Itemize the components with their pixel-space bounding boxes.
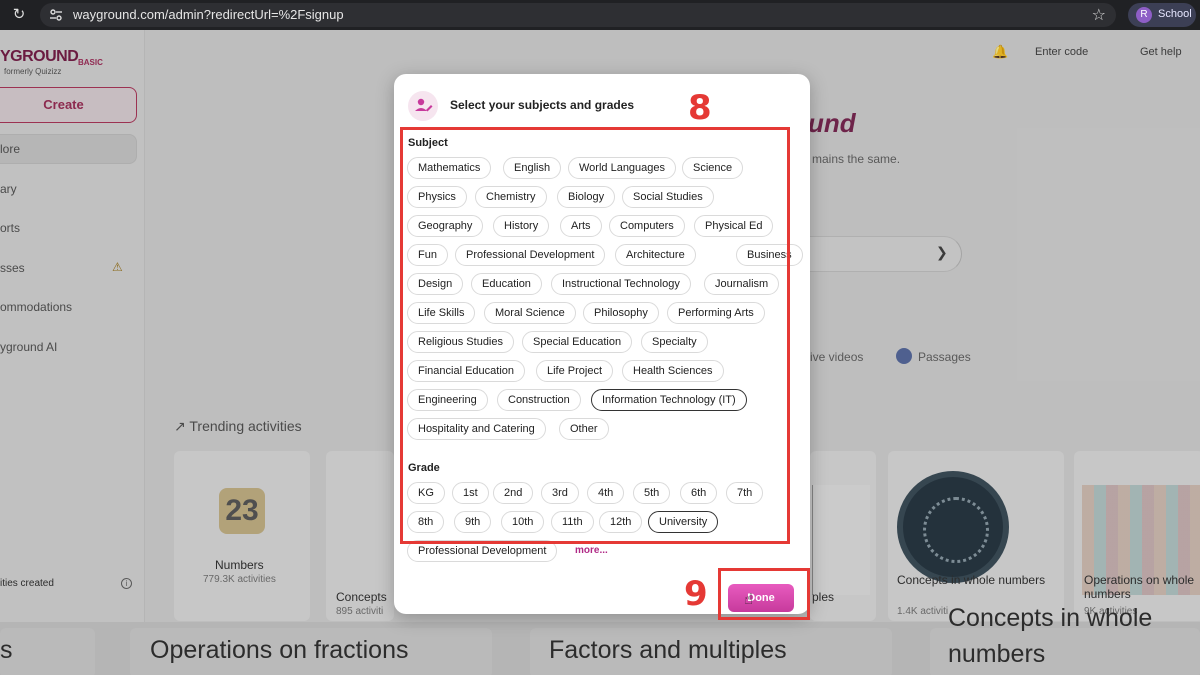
address-bar[interactable]: wayground.com/admin?redirectUrl=%2Fsignu…: [40, 3, 1116, 27]
user-edit-glyph: [415, 98, 433, 112]
annotation-step-8: 8: [688, 88, 712, 128]
user-edit-icon: [408, 91, 438, 121]
more-link[interactable]: more...: [575, 545, 608, 556]
profile-label: School: [1158, 8, 1192, 20]
profile-button[interactable]: R School: [1128, 3, 1196, 27]
url-text[interactable]: wayground.com/admin?redirectUrl=%2Fsignu…: [73, 7, 344, 22]
bookmark-star-icon[interactable]: ☆: [1092, 5, 1106, 25]
browser-toolbar: ↻ wayground.com/admin?redirectUrl=%2Fsig…: [0, 0, 1200, 30]
annotation-step-9: 9: [684, 574, 708, 614]
annotation-box-step-9: [718, 568, 810, 620]
reload-icon[interactable]: ↻: [10, 6, 28, 24]
annotation-box-step-8: [400, 127, 790, 544]
modal-title: Select your subjects and grades: [450, 98, 635, 112]
site-settings-icon[interactable]: [48, 7, 64, 23]
avatar: R: [1136, 7, 1152, 23]
